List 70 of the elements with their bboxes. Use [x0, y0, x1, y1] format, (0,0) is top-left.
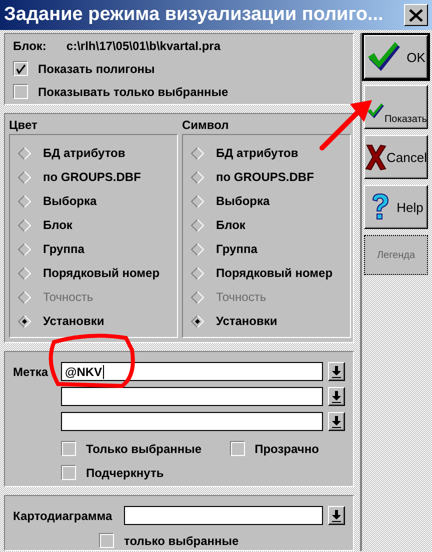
radio-label: Установки: [43, 314, 104, 328]
checkbox[interactable]: [13, 61, 28, 76]
radio-button[interactable]: [191, 170, 204, 184]
checkbox[interactable]: [61, 465, 76, 480]
dialog-button[interactable]: Показать: [364, 85, 428, 129]
dropdown-button[interactable]: [328, 387, 345, 406]
radio-label: Выборка: [43, 194, 97, 208]
radio-label: БД атрибутов: [216, 146, 298, 160]
radio-button[interactable]: [18, 314, 31, 328]
radio-label: Выборка: [216, 194, 270, 208]
input-field[interactable]: @NKV: [61, 362, 323, 381]
dropdown-button[interactable]: [328, 362, 345, 381]
checkbox[interactable]: [61, 441, 76, 456]
cross-icon: [365, 143, 387, 171]
radio-button[interactable]: [191, 194, 204, 208]
checkbox[interactable]: [13, 84, 28, 99]
radio-label: Блок: [43, 218, 72, 232]
radio-label: Установки: [216, 314, 278, 328]
radio-label: по GROUPS.DBF: [43, 170, 141, 184]
radio-label: Порядковый номер: [43, 266, 160, 280]
radio-label: Порядковый номер: [216, 266, 333, 280]
dialog-button[interactable]: Cancel: [364, 135, 428, 179]
radio-label: Группа: [216, 242, 258, 256]
radio-button[interactable]: [191, 266, 204, 280]
dropdown-button[interactable]: [328, 506, 345, 525]
radio-label: Точность: [216, 290, 266, 304]
field-label: Метка: [13, 364, 50, 381]
checkbox[interactable]: [99, 533, 114, 548]
dialog-button[interactable]: Help: [364, 185, 428, 229]
checkmark-icon: [366, 41, 401, 73]
checkbox-label: Подчеркнуть: [86, 466, 164, 480]
input-field[interactable]: [124, 506, 323, 525]
dropdown-button[interactable]: [328, 412, 345, 431]
input-field[interactable]: [61, 387, 323, 406]
file-path: c:\rlh\17\05\01\b\kvartal.pra: [66, 39, 221, 53]
annotation-arrow: [320, 100, 372, 150]
checkbox-label: Только выбранные: [86, 442, 202, 456]
checkbox-label: Показывать только выбранные: [38, 84, 228, 98]
group-title: Цвет: [9, 117, 38, 134]
block-label: Блок:: [13, 39, 46, 53]
radio-label: БД атрибутов: [43, 146, 126, 160]
radio-button[interactable]: [191, 242, 204, 256]
down-arrow-icon: [332, 416, 341, 428]
down-arrow-icon: [332, 390, 341, 402]
radio-button[interactable]: [18, 194, 31, 208]
radio-label: по GROUPS.DBF: [216, 170, 314, 184]
radio-button[interactable]: [18, 266, 31, 280]
radio-button[interactable]: [191, 146, 204, 160]
radio-label: Группа: [43, 242, 84, 256]
checkbox[interactable]: [230, 441, 245, 456]
input-field[interactable]: [61, 412, 323, 431]
close-icon: [409, 8, 423, 22]
window-title: Задание режима визуализации полиго...: [4, 4, 384, 26]
radio-button[interactable]: [191, 218, 204, 232]
checkbox-label: Прозрачно: [254, 442, 319, 456]
radio-label: Блок: [216, 218, 246, 232]
radio-button[interactable]: [18, 218, 31, 232]
radio-button[interactable]: [191, 314, 204, 328]
radio-button[interactable]: [18, 170, 31, 184]
dialog-button[interactable]: OK: [364, 35, 428, 79]
close-button[interactable]: [404, 4, 428, 26]
checkbox-label: только выбранные: [124, 534, 239, 548]
down-arrow-icon: [332, 510, 341, 522]
radio-button[interactable]: [18, 146, 31, 160]
checkbox-label: Показать полигоны: [38, 62, 155, 76]
radio-label: Точность: [43, 290, 94, 304]
down-arrow-icon: [332, 366, 341, 378]
field-label: Картодиаграмма: [13, 508, 112, 522]
group-title: Символ: [182, 117, 230, 134]
radio-button[interactable]: [18, 242, 31, 256]
